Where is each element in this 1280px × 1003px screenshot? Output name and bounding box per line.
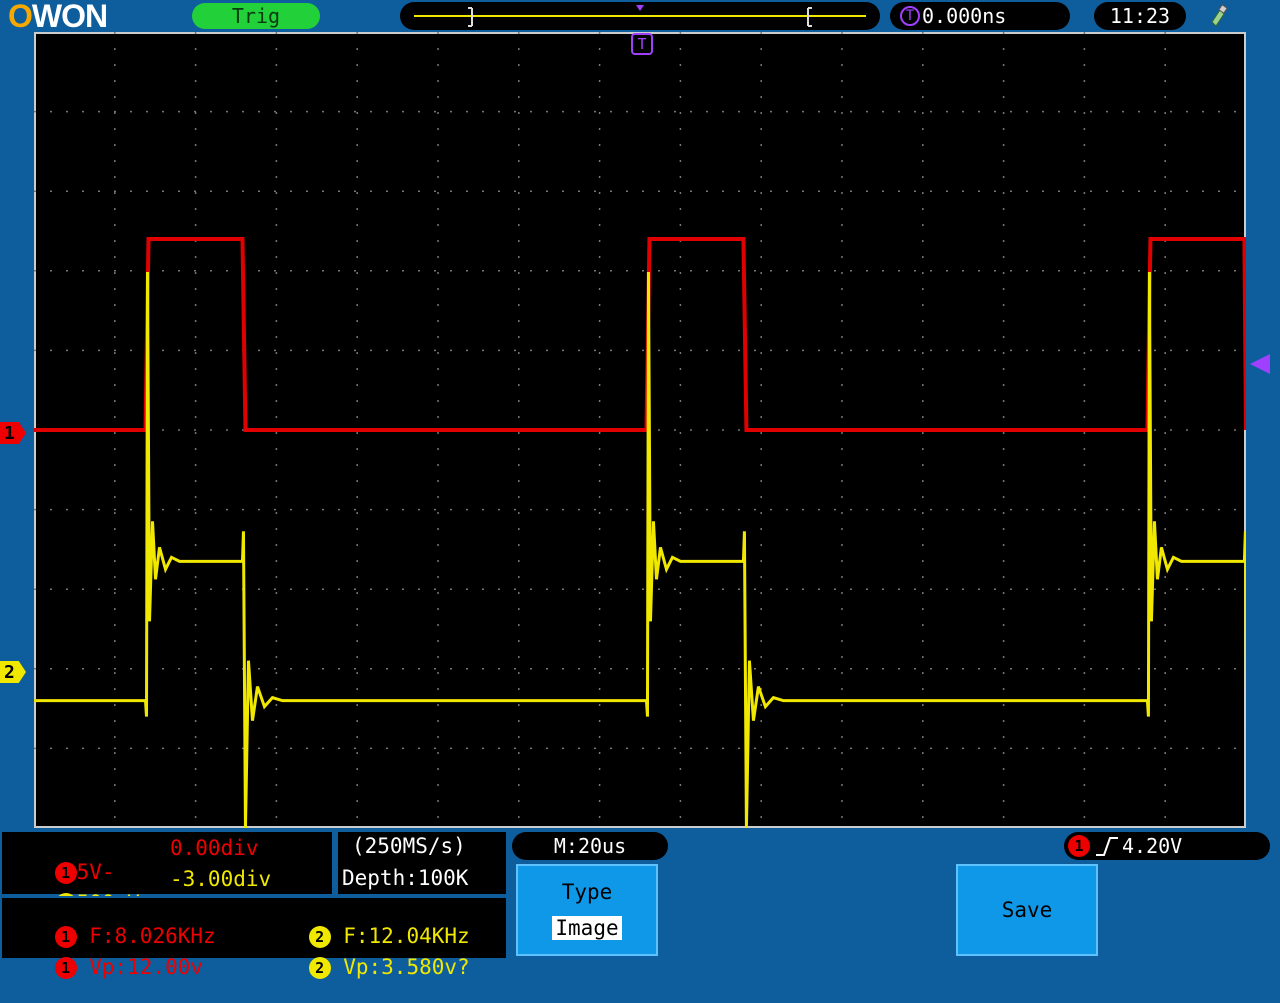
acquisition-panel: (250MS/s) Depth:100K — [336, 830, 508, 896]
trigger-level-marker-icon[interactable] — [1250, 354, 1270, 374]
trigger-source-badge: 1 — [1068, 835, 1090, 857]
usb-icon — [1211, 4, 1228, 27]
logo-rest: WON — [31, 0, 108, 34]
ch2-ground-marker[interactable]: 2 — [0, 661, 26, 683]
trigger-position-icon: T — [900, 6, 920, 26]
type-value-wrapper: Image — [518, 916, 656, 940]
meas-ch2-vp-badge: 2 — [308, 957, 331, 979]
owon-logo: O WON — [8, 0, 108, 34]
save-button[interactable]: Save — [956, 864, 1098, 956]
type-label: Type — [561, 880, 613, 904]
trigger-status-badge: Trig — [192, 3, 320, 29]
type-value: Image — [552, 916, 622, 940]
ch1-ground-marker[interactable]: 1 — [0, 422, 26, 444]
measurement-ch1-vp: 1 Vp:12.00v — [4, 931, 203, 1003]
trigger-info-display[interactable]: 1 4.20V — [1064, 832, 1270, 860]
waveform-display[interactable]: T — [34, 32, 1246, 828]
trigger-time-value: 0.000ns — [922, 4, 1007, 28]
trigger-level-value: 4.20V — [1122, 834, 1183, 858]
ch1-waveform — [34, 236, 1246, 432]
type-menu-button[interactable]: Type Image — [516, 864, 658, 956]
measurement-ch2-vp: 2 Vp:3.580v? — [258, 931, 470, 1003]
memory-timeline[interactable] — [400, 2, 880, 30]
trigger-position-marker-icon[interactable]: T — [631, 33, 653, 55]
meas-ch1-vp-value: Vp:12.00v — [89, 955, 204, 979]
top-status-bar: O WON Trig T 0.000ns 11:23 — [0, 0, 1280, 34]
ch2-offset: -3.00div — [170, 867, 272, 891]
save-label: Save — [1001, 898, 1053, 922]
channel-settings-panel: 15V- 0.00div 2500mV- -3.00div — [0, 830, 334, 915]
ch1-offset: 0.00div — [170, 836, 259, 860]
sample-rate: (250MS/s) — [352, 834, 466, 858]
trigger-time-display: T 0.000ns — [890, 2, 1070, 30]
rising-edge-icon — [1096, 837, 1118, 856]
clock: 11:23 — [1094, 2, 1186, 30]
meas-ch1-vp-badge: 1 — [54, 957, 77, 979]
timebase-display[interactable]: M:20us — [512, 832, 668, 860]
measurement-panel: 1 F:8.026KHz 2 F:12.04KHz 1 Vp:12.00v 2 … — [0, 896, 508, 979]
timeline-bar-icon — [414, 5, 866, 27]
logo-o: O — [8, 0, 33, 34]
waveform-canvas — [34, 32, 1246, 828]
meas-ch2-vp-value: Vp:3.580v? — [343, 955, 470, 979]
ch2-waveform — [34, 271, 1246, 828]
memory-depth: Depth:100K — [342, 866, 469, 890]
